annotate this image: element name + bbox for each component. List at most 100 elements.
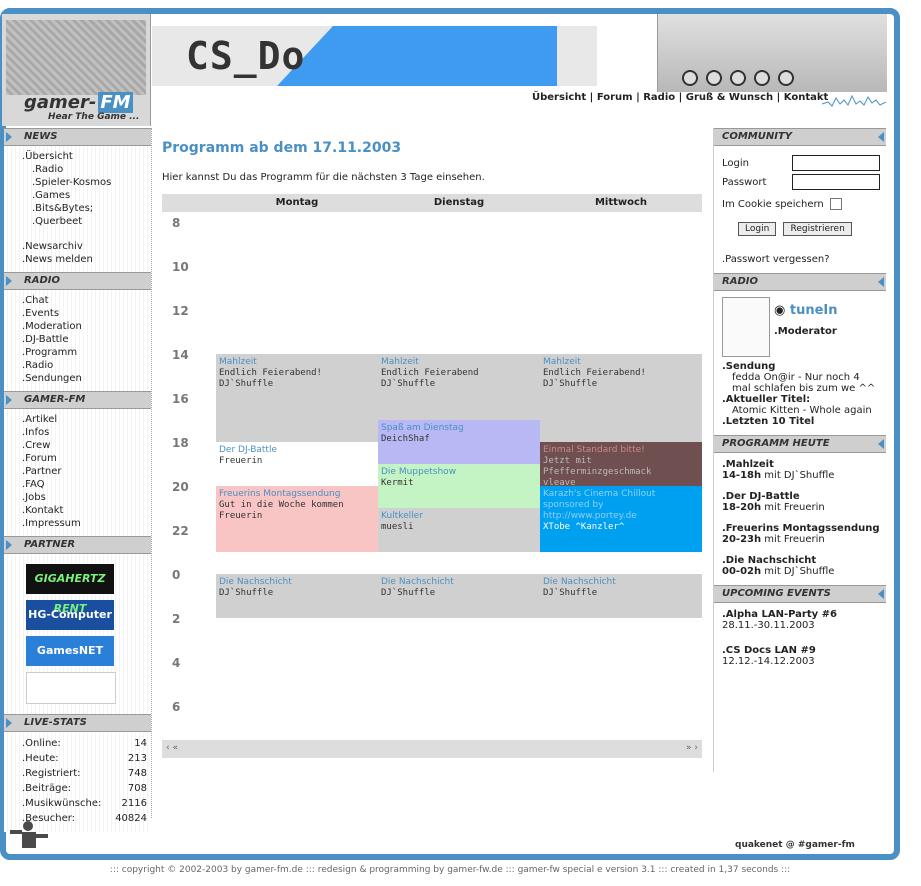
letzten-10-titel-link[interactable]: .Letzten 10 Titel <box>722 416 880 427</box>
section-programm-heute-header: PROGRAMM HEUTE <box>714 435 886 453</box>
radio-link-programm[interactable]: .Programm <box>22 346 151 359</box>
slot-title[interactable]: Kultkeller <box>381 511 537 522</box>
stat-online: .Online: 14 <box>22 738 147 749</box>
partner-gigahertz-logo[interactable]: GIGAHERTZ RENT <box>26 564 114 615</box>
news-link-archiv[interactable]: .Newsarchiv <box>22 240 151 253</box>
hour-label: 8 <box>172 216 181 230</box>
sendung-label: .Sendung <box>722 361 776 372</box>
slot-title[interactable]: Mahlzeit <box>219 357 375 368</box>
slot-title[interactable]: Spaß am Dienstag <box>381 423 537 434</box>
gamerfm-link-jobs[interactable]: .Jobs <box>22 491 151 504</box>
knob-icon <box>730 70 746 86</box>
news-link-melden[interactable]: .News melden <box>22 253 151 266</box>
slot-title[interactable]: Die Nachschicht <box>381 577 537 588</box>
slot-description: Endlich Feierabend DJ`Shuffle <box>381 368 479 389</box>
today-item[interactable]: .Die Nachschicht 00-02h mit DJ`Shuffle <box>722 555 880 577</box>
schedule-slot[interactable]: Freuerins Montagssendung Gut in die Woche… <box>216 486 378 552</box>
news-link-querbeet[interactable]: .Querbeet <box>22 215 151 228</box>
news-link-games[interactable]: .Games <box>22 189 151 202</box>
gamerfm-link-faq[interactable]: .FAQ <box>22 478 151 491</box>
slot-title[interactable]: Freuerins Montagssendung <box>219 489 375 500</box>
gamerfm-link-impressum[interactable]: .Impressum <box>22 517 151 530</box>
slot-title[interactable]: Mahlzeit <box>381 357 537 368</box>
slot-title[interactable]: Einmal Standard bitte! <box>543 445 699 456</box>
gamerfm-link-infos[interactable]: .Infos <box>22 426 151 439</box>
forgot-password-link[interactable]: .Passwort vergessen? <box>722 254 880 265</box>
section-gamerfm-header: GAMER-FM <box>4 391 151 409</box>
password-label: Passwort <box>722 176 767 188</box>
schedule-slot[interactable]: Der DJ-Battle Freuerin <box>216 442 378 486</box>
partner-gamesnet-logo[interactable]: GamesNET <box>26 636 114 666</box>
schedule-slot[interactable]: Mahlzeit Endlich Feierabend! DJ`Shuffle <box>216 354 378 442</box>
schedule-slot[interactable]: Mahlzeit Endlich Feierabend! DJ`Shuffle <box>540 354 702 442</box>
gamerfm-link-forum[interactable]: .Forum <box>22 452 151 465</box>
logo[interactable]: gamer- FM Hear The Game ... <box>2 14 151 126</box>
news-link-spieler-kosmos[interactable]: .Spieler-Kosmos <box>22 176 151 189</box>
knob-icon <box>778 70 794 86</box>
banner[interactable]: CS_Do <box>152 26 597 86</box>
gamerfm-link-partner[interactable]: .Partner <box>22 465 151 478</box>
schedule-slot[interactable]: Die Muppetshow Kermit <box>378 464 540 508</box>
waveform-icon <box>822 94 886 107</box>
news-link-uebersicht[interactable]: .Übersicht <box>22 150 151 163</box>
slot-title[interactable]: Die Nachschicht <box>543 577 699 588</box>
today-item[interactable]: .Mahlzeit 14-18h mit DJ`Shuffle <box>722 459 880 481</box>
login-button[interactable]: Login <box>738 222 777 236</box>
gamerfm-menu: .Artikel .Infos .Crew .Forum .Partner .F… <box>4 409 151 536</box>
news-link-bits-bytes[interactable]: .Bits&Bytes; <box>22 202 151 215</box>
partner-hg-computer-logo[interactable]: HG-Computer <box>26 600 114 630</box>
tunein-logo[interactable]: ◉ tuneIn <box>774 303 838 318</box>
login-input[interactable] <box>792 155 880 171</box>
scroll-left-button[interactable]: ‹ « <box>166 743 178 753</box>
gamerfm-link-artikel[interactable]: .Artikel <box>22 413 151 426</box>
partner-broken-image[interactable] <box>26 672 116 704</box>
scroll-right-button[interactable]: » › <box>686 743 698 753</box>
today-item[interactable]: .Freuerins Montagssendung 20-23h mit Freu… <box>722 523 880 545</box>
slot-description: Kermit <box>381 478 414 488</box>
radio-link-events[interactable]: .Events <box>22 307 151 320</box>
slot-title[interactable]: Mahlzeit <box>543 357 699 368</box>
cookie-checkbox[interactable] <box>829 198 842 210</box>
nav-uebersicht[interactable]: Übersicht <box>532 92 586 103</box>
schedule-slot[interactable]: Einmal Standard bitte! Jetzt mit Pfefferm… <box>540 442 702 486</box>
schedule-slot[interactable]: Kultkeller muesli <box>378 508 540 552</box>
today-item[interactable]: .Der DJ-Battle 18-20h mit Freuerin <box>722 491 880 513</box>
event-item[interactable]: .Alpha LAN-Party #6 28.11.-30.11.2003 <box>722 609 880 631</box>
slot-description: Freuerin <box>219 456 263 466</box>
event-item[interactable]: .CS Docs LAN #9 12.12.-14.12.2003 <box>722 645 880 667</box>
schedule-slot[interactable]: Die Nachschicht DJ`Shuffle <box>378 574 540 618</box>
schedule-slot[interactable]: Mahlzeit Endlich Feierabend DJ`Shuffle <box>378 354 540 420</box>
register-button[interactable]: Registrieren <box>783 222 852 236</box>
nav-radio[interactable]: Radio <box>643 92 675 103</box>
slot-description: DeichShaf <box>381 434 430 444</box>
hour-label: 18 <box>172 436 189 450</box>
radio-link-radio[interactable]: .Radio <box>22 359 151 372</box>
schedule-slot[interactable]: Die Nachschicht DJ`Shuffle <box>216 574 378 618</box>
schedule-slot[interactable]: Die Nachschicht DJ`Shuffle <box>540 574 702 618</box>
password-input[interactable] <box>792 174 880 190</box>
radio-link-moderation[interactable]: .Moderation <box>22 320 151 333</box>
hour-label: 2 <box>172 612 181 626</box>
schedule-slot[interactable]: Spaß am Dienstag DeichShaf <box>378 420 540 464</box>
gamerfm-link-kontakt[interactable]: .Kontakt <box>22 504 151 517</box>
slot-title[interactable]: Die Nachschicht <box>219 577 375 588</box>
nav-gruss-wunsch[interactable]: Gruß & Wunsch <box>686 92 773 103</box>
nav-forum[interactable]: Forum <box>597 92 633 103</box>
radio-link-chat[interactable]: .Chat <box>22 294 151 307</box>
schedule-scrollbar[interactable]: ‹ « » › <box>162 740 702 758</box>
gamerfm-link-crew[interactable]: .Crew <box>22 439 151 452</box>
left-sidebar: NEWS .Übersicht .Radio .Spieler-Kosmos .… <box>4 128 152 832</box>
radio-link-dj-battle[interactable]: .DJ-Battle <box>22 333 151 346</box>
slot-title[interactable]: Der DJ-Battle <box>219 445 375 456</box>
irc-channel-text: quakenet @ #gamer-fm <box>735 840 855 850</box>
day-header-montag: Montag <box>275 197 319 208</box>
moderator-photo <box>722 297 770 357</box>
slot-title[interactable]: Karazh's Cinema Chillout sponsored by ht… <box>543 489 699 522</box>
radio-link-sendungen[interactable]: .Sendungen <box>22 372 151 385</box>
news-link-radio[interactable]: .Radio <box>22 163 151 176</box>
section-radio-right-header: RADIO <box>714 273 886 291</box>
slot-title[interactable]: Die Muppetshow <box>381 467 537 478</box>
logo-text: gamer- FM <box>24 92 133 113</box>
sendung-text: fedda On@ir - Nur noch 4 mal schlafen bi… <box>732 372 876 394</box>
schedule-slot[interactable]: Karazh's Cinema Chillout sponsored by ht… <box>540 486 702 552</box>
